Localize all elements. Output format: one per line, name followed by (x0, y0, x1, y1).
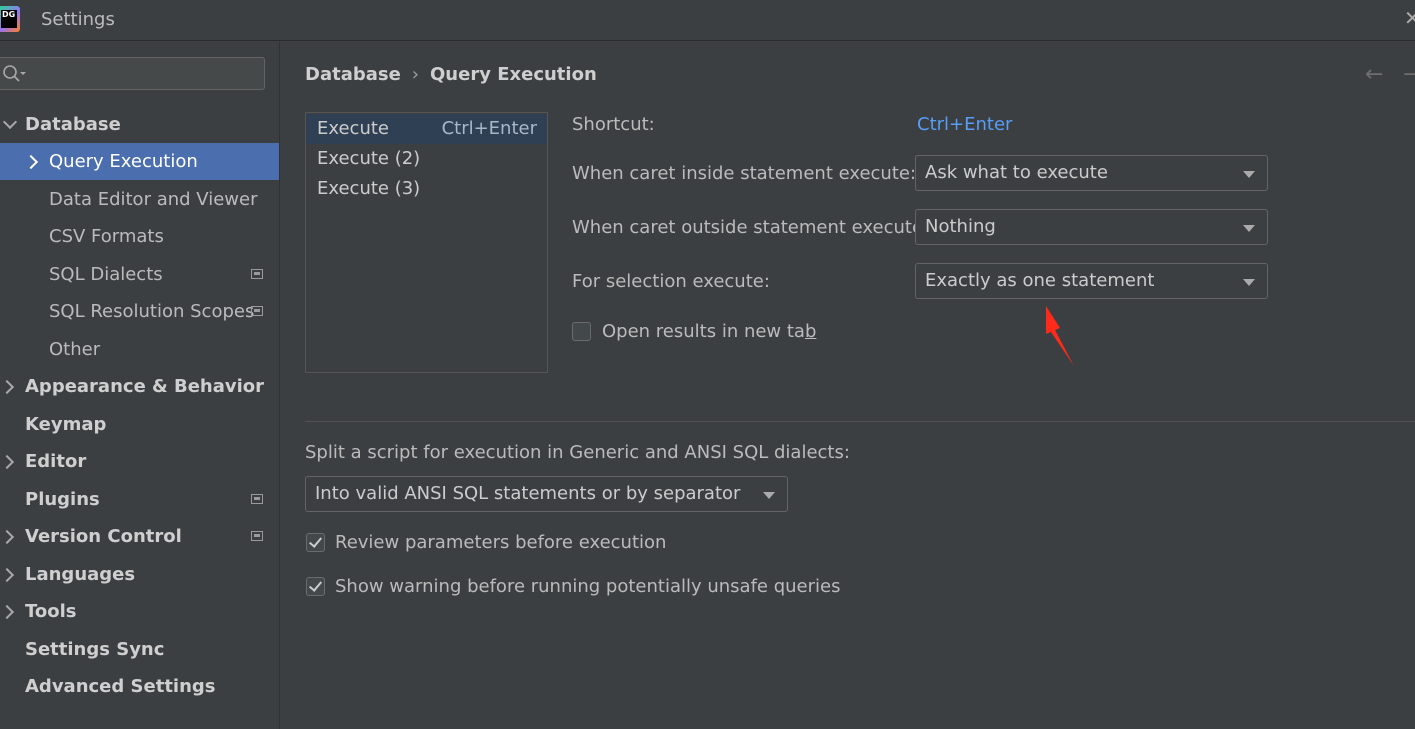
unsafe-warning-checkbox[interactable] (306, 577, 325, 596)
open-results-mnemonic: b (804, 321, 817, 342)
dropdown-value: Exactly as one statement (925, 270, 1155, 291)
dropdown-value: Into valid ANSI SQL statements or by sep… (315, 483, 741, 504)
title-bar (0, 0, 1415, 41)
project-settings-icon (251, 531, 263, 541)
breadcrumb-current: Query Execution (430, 64, 597, 85)
inside-statement-label: When caret inside statement execute: (572, 163, 917, 184)
close-icon[interactable]: ✕ (1404, 6, 1415, 30)
execute-name: Execute (3) (317, 178, 421, 199)
execute-action-list: Execute Ctrl+Enter Execute (2) Execute (… (305, 112, 548, 373)
search-input[interactable] (0, 57, 265, 90)
sidebar-item-other[interactable]: Other (0, 331, 279, 368)
chevron-right-icon[interactable] (0, 379, 15, 395)
sidebar-item-label: Appearance & Behavior (25, 376, 265, 397)
dropdown-arrow-icon (763, 492, 775, 499)
sidebar-item-label: SQL Dialects (49, 264, 163, 285)
back-arrow-icon[interactable]: ← (1365, 62, 1383, 87)
chevron-right-icon[interactable] (0, 454, 15, 470)
sidebar-item-sql-dialects[interactable]: SQL Dialects (0, 256, 279, 293)
sidebar-item-label: Database (25, 114, 121, 135)
list-item[interactable]: Execute (2) (306, 144, 547, 174)
sidebar-item-data-editor[interactable]: Data Editor and Viewer (0, 181, 279, 218)
sidebar-item-languages[interactable]: Languages (0, 556, 279, 593)
sidebar-item-label: Languages (25, 564, 136, 585)
sidebar-item-keymap[interactable]: Keymap (0, 406, 279, 443)
forward-arrow-icon[interactable]: → (1403, 62, 1415, 87)
execute-name: Execute (317, 118, 389, 139)
sidebar-item-label: Version Control (25, 526, 182, 547)
dropdown-arrow-icon (1243, 225, 1255, 232)
sidebar-item-plugins[interactable]: Plugins (0, 481, 279, 518)
app-logo: DG (0, 6, 20, 32)
sidebar-item-label: Tools (25, 601, 77, 622)
sidebar-item-label: Settings Sync (25, 639, 165, 660)
sidebar-item-advanced-settings[interactable]: Advanced Settings (0, 668, 279, 705)
outside-statement-dropdown[interactable]: Nothing (915, 209, 1268, 245)
inside-statement-dropdown[interactable]: Ask what to execute (915, 155, 1268, 191)
selection-label: For selection execute: (572, 271, 770, 292)
annotation-arrow-icon (1046, 306, 1074, 366)
sidebar-item-label: Query Execution (49, 151, 198, 172)
open-results-label[interactable]: Open results in new tab (602, 321, 816, 342)
search-icon[interactable] (2, 64, 28, 84)
shortcut-label: Shortcut: (572, 114, 655, 135)
chevron-right-icon[interactable] (0, 529, 15, 545)
sidebar-item-label: Keymap (25, 414, 107, 435)
sidebar-item-label: Plugins (25, 489, 100, 510)
sidebar-item-appearance[interactable]: Appearance & Behavior (0, 368, 279, 405)
window-title: Settings (41, 9, 115, 30)
sidebar-item-tools[interactable]: Tools (0, 593, 279, 630)
sidebar-item-version-control[interactable]: Version Control (0, 518, 279, 555)
chevron-right-icon[interactable] (0, 604, 15, 620)
sidebar-item-label: SQL Resolution Scopes (49, 301, 255, 322)
open-results-checkbox[interactable] (572, 322, 591, 341)
checkmark-icon (308, 534, 323, 548)
chevron-right-icon[interactable] (0, 567, 15, 583)
review-parameters-label[interactable]: Review parameters before execution (335, 532, 666, 553)
unsafe-warning-label[interactable]: Show warning before running potentially … (335, 576, 841, 597)
project-settings-icon (251, 269, 263, 279)
breadcrumb: Database › Query Execution (305, 64, 597, 85)
sidebar-item-settings-sync[interactable]: Settings Sync (0, 631, 279, 668)
dropdown-arrow-icon (1243, 279, 1255, 286)
sidebar-item-query-execution[interactable]: Query Execution (0, 143, 279, 180)
split-script-label: Split a script for execution in Generic … (305, 442, 850, 463)
sidebar-item-label: CSV Formats (49, 226, 164, 247)
chevron-down-icon[interactable] (2, 114, 18, 130)
split-script-dropdown[interactable]: Into valid ANSI SQL statements or by sep… (305, 476, 788, 512)
chevron-right-icon[interactable] (23, 154, 39, 170)
list-item[interactable]: Execute (3) (306, 174, 547, 204)
dropdown-value: Nothing (925, 216, 996, 237)
section-divider (305, 421, 1415, 422)
dropdown-value: Ask what to execute (925, 162, 1108, 183)
open-results-label-text: Open results in new ta (602, 321, 805, 342)
project-settings-icon (251, 494, 263, 504)
checkmark-icon (308, 578, 323, 592)
review-parameters-checkbox[interactable] (306, 533, 325, 552)
sidebar-item-editor[interactable]: Editor (0, 443, 279, 480)
breadcrumb-separator: › (411, 64, 419, 85)
outside-statement-label: When caret outside statement execute: (572, 217, 930, 238)
execute-shortcut: Ctrl+Enter (441, 118, 537, 139)
sidebar-item-label: Data Editor and Viewer (49, 189, 258, 210)
dropdown-arrow-icon (1243, 171, 1255, 178)
sidebar-item-database[interactable]: Database (0, 106, 279, 143)
shortcut-link[interactable]: Ctrl+Enter (917, 114, 1012, 135)
sidebar-item-csv-formats[interactable]: CSV Formats (0, 218, 279, 255)
selection-dropdown[interactable]: Exactly as one statement (915, 263, 1268, 299)
breadcrumb-parent[interactable]: Database (305, 64, 401, 85)
execute-name: Execute (2) (317, 148, 421, 169)
sidebar-item-label: Other (49, 339, 101, 360)
project-settings-icon (251, 306, 263, 316)
sidebar-item-label: Editor (25, 451, 87, 472)
sidebar-item-sql-resolution-scopes[interactable]: SQL Resolution Scopes (0, 293, 279, 330)
list-item[interactable]: Execute Ctrl+Enter (306, 114, 547, 144)
sidebar-item-label: Advanced Settings (25, 676, 216, 697)
app-logo-text: DG (1, 10, 17, 28)
